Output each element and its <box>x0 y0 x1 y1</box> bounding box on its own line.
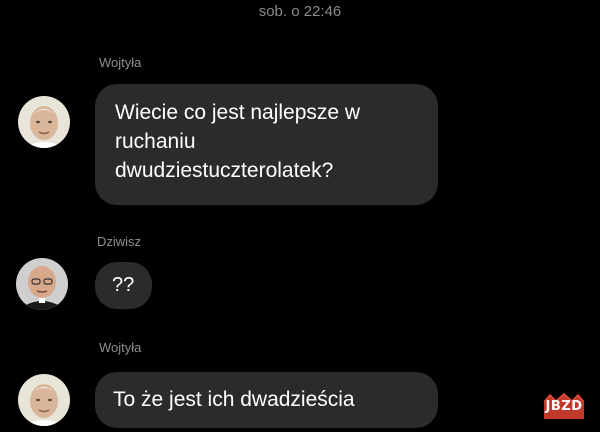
avatar-image <box>18 374 70 426</box>
avatar-image <box>16 258 68 310</box>
message-bubble[interactable]: To że jest ich dwadzieścia <box>95 372 438 428</box>
message-bubble[interactable]: ?? <box>95 262 152 309</box>
avatar[interactable] <box>16 258 68 310</box>
avatar[interactable] <box>18 374 70 426</box>
sender-name: Dziwisz <box>97 234 142 249</box>
sender-name: Wojtyła <box>99 55 142 70</box>
message-bubble[interactable]: Wiecie co jest najlepsze w ruchaniu dwud… <box>95 84 438 205</box>
avatar-image <box>18 96 70 148</box>
watermark-logo: JBZD <box>540 392 588 422</box>
avatar[interactable] <box>18 96 70 148</box>
sender-name: Wojtyła <box>99 340 142 355</box>
watermark-text: JBZD <box>545 399 583 414</box>
message-timestamp: sob. o 22:46 <box>258 3 342 20</box>
